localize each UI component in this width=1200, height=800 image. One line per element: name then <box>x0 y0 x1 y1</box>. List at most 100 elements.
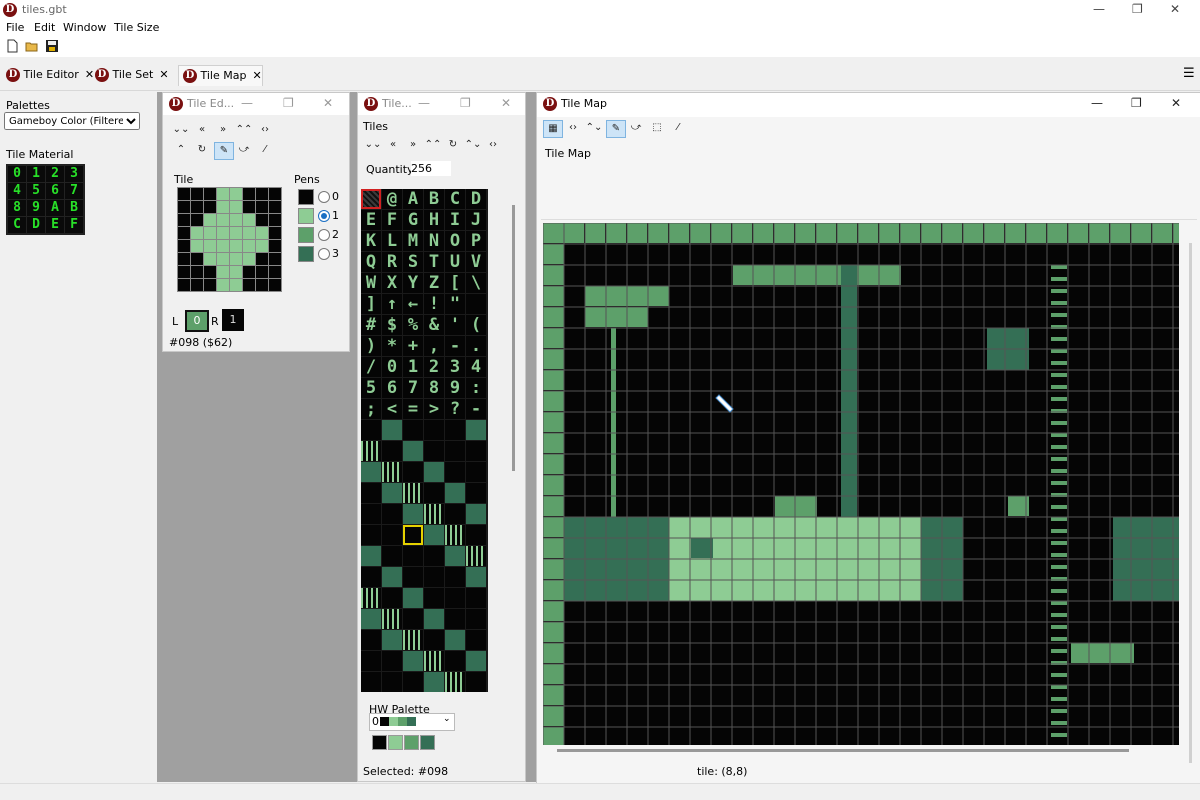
tileset-tile[interactable] <box>361 420 381 440</box>
save-icon[interactable] <box>45 39 59 53</box>
tileset-tile[interactable]: $ <box>382 315 402 335</box>
material-cell[interactable]: D <box>27 217 45 233</box>
tileset-tile[interactable] <box>382 441 402 461</box>
material-cell[interactable]: 1 <box>27 166 45 182</box>
hw-color-swatch[interactable] <box>420 735 435 750</box>
close-button[interactable]: ✕ <box>323 96 333 110</box>
pixel-cell[interactable] <box>204 201 216 213</box>
rotate-icon[interactable]: ↻ <box>193 142 211 158</box>
pixel-cell[interactable] <box>217 279 229 291</box>
hw-palette-select[interactable]: 0 ⌄ <box>369 713 455 731</box>
maximize-button[interactable]: ❐ <box>283 96 294 110</box>
tileset-tile[interactable] <box>466 609 486 629</box>
tab-tile-editor[interactable]: D Tile Editor ✕ <box>2 65 94 85</box>
tileset-tile[interactable]: U <box>445 252 465 272</box>
tileset-tile[interactable]: J <box>466 210 486 230</box>
tileset-tile[interactable]: > <box>424 399 444 419</box>
tileset-tile[interactable]: - <box>445 336 465 356</box>
tileset-tile[interactable] <box>361 651 381 671</box>
pixel-cell[interactable] <box>204 188 216 200</box>
tileset-tile[interactable]: V <box>466 252 486 272</box>
pixel-cell[interactable] <box>191 214 203 226</box>
tileset-tile[interactable]: & <box>424 315 444 335</box>
pixel-cell[interactable] <box>204 253 216 265</box>
tileset-tile[interactable]: ! <box>424 294 444 314</box>
pixel-cell[interactable] <box>178 279 190 291</box>
close-icon[interactable]: ✕ <box>159 68 168 81</box>
pixel-cell[interactable] <box>217 201 229 213</box>
tile-pixel-grid[interactable] <box>177 187 282 292</box>
tileset-tile[interactable] <box>424 420 444 440</box>
tileset-tile[interactable] <box>466 630 486 650</box>
menu-window[interactable]: Window <box>63 21 106 34</box>
pixel-cell[interactable] <box>256 188 268 200</box>
tileset-tile[interactable]: 7 <box>403 378 423 398</box>
pixel-cell[interactable] <box>178 214 190 226</box>
tileset-tile[interactable] <box>424 483 444 503</box>
tile-material-grid[interactable]: 0123 4567 89AB CDEF <box>6 164 85 235</box>
tileset-tile[interactable] <box>424 546 444 566</box>
tileset-tile[interactable] <box>424 609 444 629</box>
tileset-tile[interactable] <box>466 567 486 587</box>
pixel-cell[interactable] <box>217 188 229 200</box>
pixel-cell[interactable] <box>178 188 190 200</box>
tileset-tile[interactable]: ' <box>445 315 465 335</box>
material-cell[interactable]: A <box>46 200 64 216</box>
tileset-tile[interactable]: ; <box>361 399 381 419</box>
eyedropper-icon[interactable]: ⁄ <box>256 142 274 158</box>
material-cell[interactable]: 4 <box>8 183 26 199</box>
flip-v-icon[interactable]: ⌃⌄ <box>585 120 603 136</box>
tileset-tile[interactable]: T <box>424 252 444 272</box>
pixel-cell[interactable] <box>243 266 255 278</box>
hw-color-swatch[interactable] <box>404 735 419 750</box>
tileset-tile[interactable] <box>466 504 486 524</box>
tileset-tile[interactable]: Z <box>424 273 444 293</box>
pen-color-swatch[interactable] <box>298 246 314 262</box>
material-cell[interactable]: F <box>65 217 83 233</box>
tileset-tile[interactable]: G <box>403 210 423 230</box>
tileset-tile[interactable]: W <box>361 273 381 293</box>
tileset-tile[interactable] <box>445 588 465 608</box>
tileset-tile[interactable] <box>403 651 423 671</box>
material-cell[interactable]: 8 <box>8 200 26 216</box>
tileset-tile[interactable] <box>466 588 486 608</box>
tileset-tile[interactable]: . <box>466 336 486 356</box>
tileset-tile[interactable] <box>466 420 486 440</box>
pixel-cell[interactable] <box>256 201 268 213</box>
tileset-tile[interactable]: X <box>382 273 402 293</box>
tileset-tile[interactable] <box>424 441 444 461</box>
tileset-tile[interactable]: L <box>382 231 402 251</box>
rotate-icon[interactable]: ↻ <box>444 137 462 153</box>
tileset-tile[interactable] <box>445 651 465 671</box>
tileset-tile[interactable] <box>403 588 423 608</box>
tileset-tile[interactable]: 4 <box>466 357 486 377</box>
tileset-tile[interactable] <box>466 672 486 692</box>
tileset-tile[interactable] <box>382 420 402 440</box>
tileset-tile[interactable] <box>382 525 402 545</box>
minimize-button[interactable]: — <box>241 96 253 110</box>
shift-up-icon[interactable]: ⌃⌃ <box>424 137 442 153</box>
horizontal-scrollbar[interactable] <box>557 749 1129 752</box>
tileset-grid[interactable]: @ A B C D E F G H I J K L M N O P Q R S T U V W X Y Z[\] ↑ ←! " # $% & '(… <box>361 189 488 692</box>
material-cell[interactable]: 5 <box>27 183 45 199</box>
open-folder-icon[interactable] <box>25 39 39 53</box>
tileset-tile[interactable]: I <box>445 210 465 230</box>
left-pen-swatch[interactable]: 0 <box>185 310 209 332</box>
tileset-tile[interactable]: / <box>361 357 381 377</box>
pen-radio[interactable] <box>318 248 330 260</box>
pixel-cell[interactable] <box>204 266 216 278</box>
pixel-cell[interactable] <box>230 227 242 239</box>
tileset-tile[interactable] <box>424 651 444 671</box>
tileset-tile[interactable] <box>361 588 381 608</box>
pixel-cell[interactable] <box>256 240 268 252</box>
tileset-tile[interactable] <box>361 630 381 650</box>
tileset-tile[interactable]: O <box>445 231 465 251</box>
pixel-cell[interactable] <box>204 279 216 291</box>
pixel-cell[interactable] <box>178 201 190 213</box>
pixel-cell[interactable] <box>256 266 268 278</box>
tileset-tile[interactable] <box>424 672 444 692</box>
tileset-tile[interactable]: K <box>361 231 381 251</box>
tileset-tile[interactable] <box>466 294 486 314</box>
pencil-icon[interactable]: ✎ <box>606 120 626 138</box>
tileset-tile[interactable] <box>445 504 465 524</box>
